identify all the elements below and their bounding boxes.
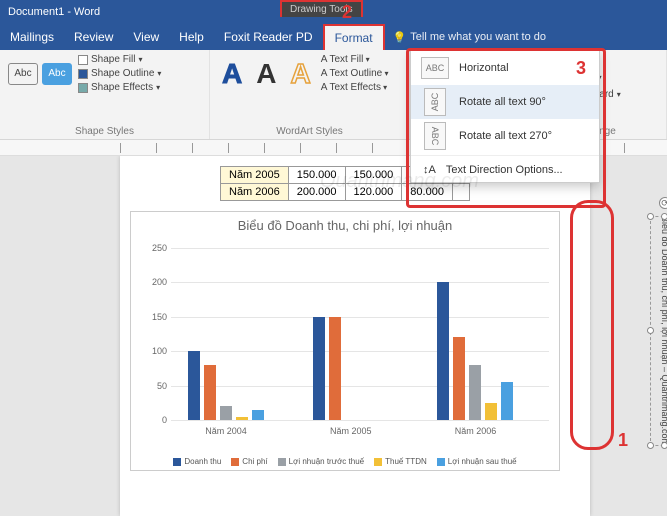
tab-foxit[interactable]: Foxit Reader PD — [214, 25, 323, 49]
bar — [188, 351, 200, 420]
resize-handle[interactable] — [661, 213, 667, 220]
effects-icon — [78, 83, 88, 93]
app-name: Word — [74, 6, 100, 18]
bar — [204, 365, 216, 420]
tab-mailings[interactable]: Mailings — [0, 25, 64, 49]
shape-fill-button[interactable]: Shape Fill — [78, 54, 161, 65]
ribbon-tabs: Mailings Review View Help Foxit Reader P… — [0, 24, 667, 50]
bar — [501, 382, 513, 420]
bar — [236, 417, 248, 420]
pen-icon — [78, 69, 88, 79]
rotate-handle[interactable]: ⟳ — [659, 197, 667, 209]
dd-options[interactable]: ↕A Text Direction Options... — [411, 158, 599, 182]
row-head: Năm 2006 — [221, 184, 289, 201]
table-row: Năm 2006 200.000 120.000 80.000 — [221, 184, 470, 201]
bar — [469, 365, 481, 420]
wordart-style[interactable]: A — [252, 58, 280, 90]
text-effects-button[interactable]: A Text Effects — [321, 82, 389, 93]
resize-handle[interactable] — [661, 442, 667, 449]
options-icon: ↕A — [423, 164, 436, 176]
shape-effects-button[interactable]: Shape Effects — [78, 82, 161, 93]
text-outline-button[interactable]: A Text Outline — [321, 68, 389, 79]
bar — [437, 282, 449, 420]
tab-review[interactable]: Review — [64, 25, 123, 49]
group-wordart: A A A A Text Fill A Text Outline A Text … — [210, 50, 410, 139]
textbox-text: Biểu đồ Doanh thu, chi phí, lợi nhuận – … — [660, 216, 667, 446]
dd-horizontal[interactable]: ABC Horizontal — [411, 51, 599, 85]
titlebar: Document1 - Word Drawing Tools — [0, 0, 667, 24]
tab-help[interactable]: Help — [169, 25, 214, 49]
rotate90-icon: ABC — [424, 88, 446, 116]
tab-view[interactable]: View — [123, 25, 169, 49]
chart-legend: Doanh thuChi phíLợi nhuận trước thuếThuế… — [131, 457, 559, 466]
bar — [329, 317, 341, 420]
paint-icon — [78, 55, 88, 65]
dd-rotate-270[interactable]: ABC Rotate all text 270° — [411, 119, 599, 153]
group-shape-styles: Abc Abc Shape Fill Shape Outline Shape E… — [0, 50, 210, 139]
dd-rotate-90[interactable]: ABC Rotate all text 90° — [411, 85, 599, 119]
horizontal-icon: ABC — [421, 57, 449, 79]
callout-3: 3 — [576, 58, 586, 79]
wordart-style[interactable]: A — [218, 58, 246, 90]
text-outline-icon: A — [321, 68, 327, 79]
bulb-icon: 💡 — [393, 31, 407, 44]
chart[interactable]: Biểu đồ Doanh thu, chi phí, lợi nhuận 05… — [130, 211, 560, 471]
resize-handle[interactable] — [647, 213, 654, 220]
shape-outline-button[interactable]: Shape Outline — [78, 68, 161, 79]
group-label: Shape Styles — [8, 126, 201, 137]
callout-1: 1 — [618, 430, 628, 451]
doc-title: Document1 — [8, 6, 64, 18]
shape-style-thumb[interactable]: Abc — [8, 63, 38, 85]
resize-handle[interactable] — [647, 442, 654, 449]
text-fill-icon: A — [321, 54, 327, 65]
wordart-style[interactable]: A — [286, 58, 314, 90]
bar — [453, 337, 465, 420]
page: Năm 2005 150.000 150.000 Năm 2006 200.00… — [120, 156, 590, 516]
tell-me[interactable]: 💡 Tell me what you want to do — [393, 31, 546, 44]
shape-style-thumb[interactable]: Abc — [42, 63, 72, 85]
group-label: WordArt Styles — [218, 126, 401, 137]
resize-handle[interactable] — [647, 327, 654, 334]
text-effects-icon: A — [321, 82, 327, 93]
bar — [313, 317, 325, 420]
bar — [485, 403, 497, 420]
document-area: Năm 2005 150.000 150.000 Năm 2006 200.00… — [0, 156, 667, 516]
rotate270-icon: ABC — [424, 122, 446, 150]
callout-2: 2 — [342, 2, 352, 23]
text-direction-dropdown: ABC Horizontal ABC Rotate all text 90° A… — [410, 50, 600, 183]
text-box[interactable]: ⟳ Biểu đồ Doanh thu, chi phí, lợi nhuận … — [650, 216, 667, 446]
tab-format[interactable]: Format — [323, 24, 385, 50]
chart-plot: 050100150200250Năm 2004Năm 2005Năm 2006 — [171, 248, 549, 420]
bar — [252, 410, 264, 420]
chart-title: Biểu đồ Doanh thu, chi phí, lợi nhuận — [131, 212, 559, 235]
row-head: Năm 2005 — [221, 167, 289, 184]
bar — [220, 406, 232, 420]
text-fill-button[interactable]: A Text Fill — [321, 54, 389, 65]
separator — [411, 155, 599, 156]
